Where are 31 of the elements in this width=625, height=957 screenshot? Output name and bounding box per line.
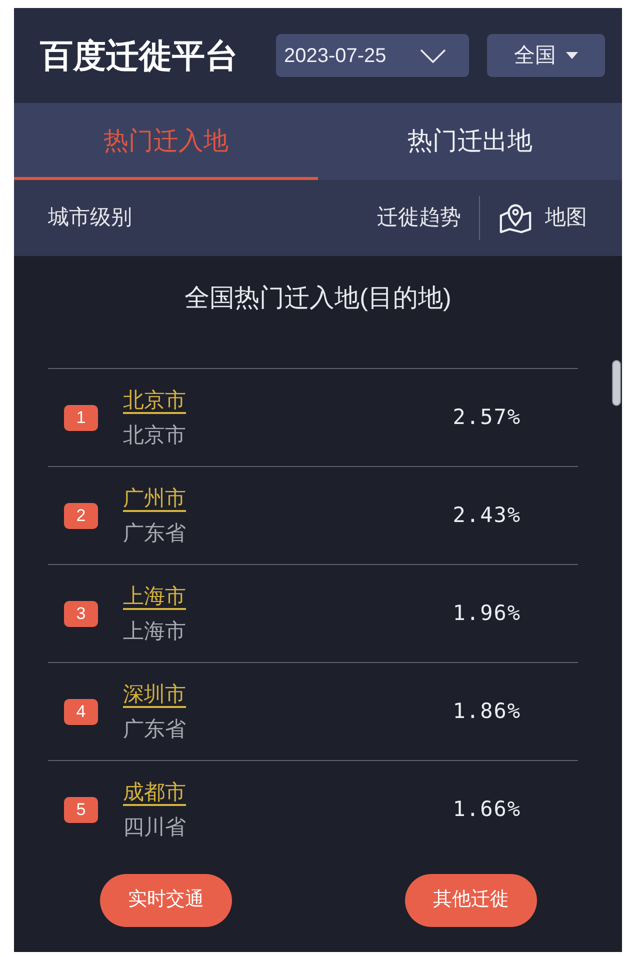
city-link[interactable]: 广州市 [123,480,186,516]
share-value: 1.86% [452,698,521,725]
province-label: 广东省 [123,716,186,742]
rank-badge: 3 [64,600,98,626]
rank-badge: 4 [64,698,98,724]
rank-badge: 2 [64,502,98,528]
date-dropdown[interactable]: 2023-07-25 [276,34,469,77]
trend-link[interactable]: 迁徙趋势 [377,202,461,234]
city-link[interactable]: 深圳市 [123,676,186,712]
province-label: 北京市 [123,422,186,448]
rank-badge: 5 [64,796,98,822]
rank-badge: 1 [64,404,98,430]
share-value: 2.43% [452,502,521,529]
chevron-down-icon [420,48,446,62]
city-link[interactable]: 北京市 [123,382,186,418]
province-label: 上海市 [123,618,186,644]
province-label: 四川省 [123,814,186,840]
city-level-label[interactable]: 城市级别 [48,202,132,234]
share-value: 1.96% [452,600,521,627]
share-value: 1.66% [452,796,521,823]
city-link[interactable]: 成都市 [123,774,186,810]
city-link[interactable]: 上海市 [123,578,186,614]
tab[interactable]: 热门迁出地 [318,103,622,180]
caret-down-icon [566,52,578,59]
map-button[interactable]: 地图 [498,200,587,236]
share-value: 2.57% [452,404,521,431]
scrollbar-thumb[interactable] [612,360,621,406]
region-dropdown[interactable]: 全国 [487,34,605,77]
app-title: 百度迁徙平台 [40,36,238,76]
ranking-title: 全国热门迁入地(目的地) [184,283,452,314]
province-label: 广东省 [123,520,186,546]
